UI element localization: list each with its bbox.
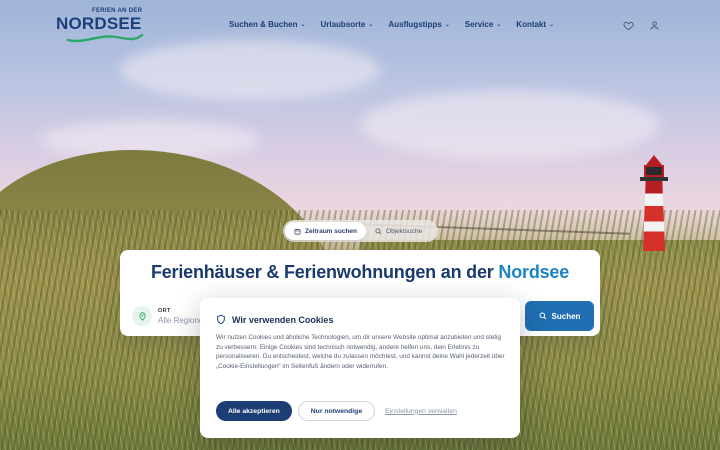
title-accent: Nordsee xyxy=(498,262,570,282)
tab-zeitraum-suchen[interactable]: Zeitraum suchen xyxy=(285,222,367,240)
cookie-description: Wir nutzen Cookies und ähnliche Technolo… xyxy=(216,334,505,370)
location-pin-icon xyxy=(132,306,152,326)
cloud xyxy=(360,90,660,160)
chevron-down-icon: ⌄ xyxy=(368,22,374,28)
tab-objektsuche[interactable]: Objektsuche xyxy=(366,222,431,240)
nav-item-label: Ausflugstipps xyxy=(388,20,442,29)
only-necessary-button[interactable]: Nur notwendige xyxy=(297,401,376,421)
cookie-actions: Alle akzeptieren Nur notwendige Einstell… xyxy=(216,401,457,421)
search-mode-tabs: Zeitraum suchen Objektsuche xyxy=(283,220,438,242)
tab-label: Zeitraum suchen xyxy=(305,227,358,235)
nav-item-label: Suchen & Buchen xyxy=(229,20,298,29)
tab-label: Objektsuche xyxy=(386,227,423,235)
main-nav: Suchen & Buchen ⌄ Urlaubsorte ⌄ Ausflugs… xyxy=(229,20,554,29)
search-button-label: Suchen xyxy=(551,311,581,321)
search-button[interactable]: Suchen xyxy=(525,301,594,331)
cookie-header: Wir verwenden Cookies xyxy=(216,314,504,325)
lighthouse-image xyxy=(640,155,668,255)
nav-item-label: Kontakt xyxy=(516,20,547,29)
chevron-down-icon: ⌄ xyxy=(444,22,450,28)
manage-settings-link[interactable]: Einstellungen verwalten xyxy=(385,408,457,415)
site-logo[interactable]: FERIEN AN DER NORDSEE xyxy=(56,8,146,44)
logo-wave-icon xyxy=(66,33,144,43)
calendar-icon xyxy=(294,228,301,234)
cookie-title: Wir verwenden Cookies xyxy=(232,314,334,325)
title-main: Ferienhäuser & Ferienwohnungen an der xyxy=(150,262,494,282)
accept-all-button[interactable]: Alle akzeptieren xyxy=(216,401,292,421)
page-title: Ferienhäuser & Ferienwohnungen an der No… xyxy=(120,262,600,283)
nav-item-kontakt[interactable]: Kontakt ⌄ xyxy=(516,20,554,29)
nav-item-label: Service xyxy=(464,20,494,29)
search-icon xyxy=(375,227,382,234)
shield-icon xyxy=(217,314,225,325)
chevron-down-icon: ⌄ xyxy=(300,22,306,28)
header-actions xyxy=(622,19,660,31)
user-icon[interactable] xyxy=(648,19,660,31)
nav-item-ausflugstipps[interactable]: Ausflugstipps ⌄ xyxy=(388,20,449,29)
site-header: FERIEN AN DER NORDSEE Suchen & Buchen ⌄ … xyxy=(0,0,720,52)
cookie-consent-dialog: Wir verwenden Cookies Wir nutzen Cookies… xyxy=(200,298,520,438)
chevron-down-icon: ⌄ xyxy=(549,22,555,28)
nav-item-service[interactable]: Service ⌄ xyxy=(465,20,502,29)
nav-item-label: Urlaubsorte xyxy=(320,20,366,29)
location-field[interactable]: ORT Alle Regionen xyxy=(132,306,208,326)
nav-item-urlaubsorte[interactable]: Urlaubsorte ⌄ xyxy=(320,20,373,29)
chevron-down-icon: ⌄ xyxy=(496,22,502,28)
nav-item-suchen-buchen[interactable]: Suchen & Buchen ⌄ xyxy=(229,20,305,29)
heart-icon[interactable] xyxy=(622,19,634,31)
logo-main-text: NORDSEE xyxy=(56,14,142,33)
search-icon xyxy=(539,312,546,320)
